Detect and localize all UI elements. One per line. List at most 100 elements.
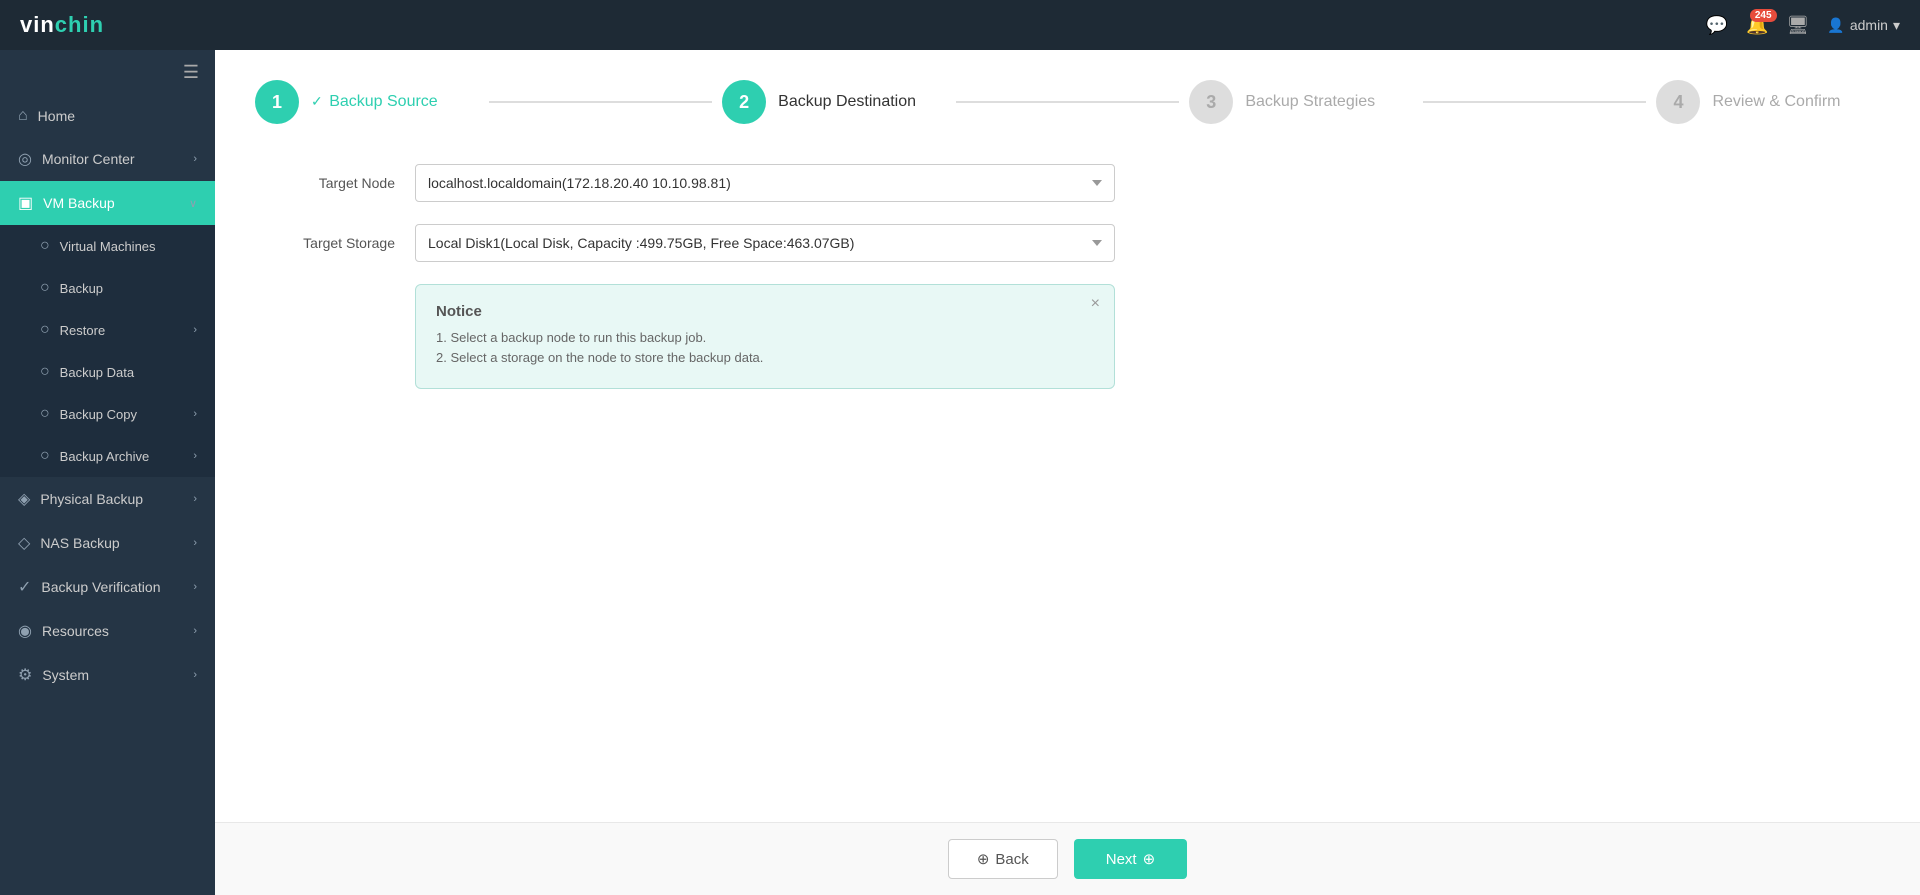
user-label: admin — [1850, 17, 1888, 33]
sidebar-label-backup-archive: Backup Archive — [60, 449, 150, 464]
sidebar-label-system: System — [42, 667, 89, 683]
sidebar-item-backup-archive[interactable]: ○ Backup Archive › — [0, 435, 215, 477]
system-chevron-icon: › — [193, 669, 197, 681]
backup-archive-chevron-icon: › — [193, 450, 197, 462]
sidebar-item-physical-backup[interactable]: ◈ Physical Backup › — [0, 477, 215, 521]
step-3-circle: 3 — [1189, 80, 1233, 124]
backup-verification-chevron-icon: › — [193, 581, 197, 593]
notice-list: 1. Select a backup node to run this back… — [436, 330, 1094, 365]
target-node-row: Target Node localhost.localdomain(172.18… — [255, 164, 1880, 202]
sidebar-item-home[interactable]: ⌂ Home — [0, 95, 215, 137]
step-1-number: 1 — [272, 92, 282, 113]
restore-icon: ○ — [40, 321, 50, 339]
wizard-step-1: 1 ✓ Backup Source — [255, 80, 479, 124]
notice-item-2: 2. Select a storage on the node to store… — [436, 350, 1094, 365]
wizard-step-2: 2 Backup Destination — [722, 80, 946, 124]
vm-backup-icon: ▣ — [18, 193, 33, 213]
notice-title: Notice — [436, 303, 1094, 320]
step-4-text: Review & Confirm — [1712, 93, 1840, 111]
sidebar-label-resources: Resources — [42, 623, 109, 639]
chevron-down-icon: ∨ — [189, 197, 197, 210]
system-icon: ⚙ — [18, 665, 32, 685]
user-dropdown-icon: ▾ — [1893, 17, 1900, 34]
next-label: Next — [1106, 851, 1137, 868]
logo-chin: chin — [55, 12, 104, 37]
sidebar-item-monitor-center[interactable]: ◎ Monitor Center › — [0, 137, 215, 181]
chat-icon[interactable]: 💬 — [1706, 15, 1728, 36]
step-4-circle: 4 — [1656, 80, 1700, 124]
sidebar-item-virtual-machines[interactable]: ○ Virtual Machines — [0, 225, 215, 267]
sidebar-label-monitor-center: Monitor Center — [42, 151, 135, 167]
step-1-label: ✓ Backup Source — [311, 93, 438, 111]
sidebar-item-backup[interactable]: ○ Backup — [0, 267, 215, 309]
sidebar-label-backup-verification: Backup Verification — [41, 579, 160, 595]
next-button[interactable]: Next ⊕ — [1074, 839, 1187, 879]
sidebar-label-home: Home — [38, 108, 75, 124]
sidebar-item-system[interactable]: ⚙ System › — [0, 653, 215, 697]
step-1-text: Backup Source — [329, 93, 438, 110]
wizard-step-4: 4 Review & Confirm — [1656, 80, 1880, 124]
sidebar-item-resources[interactable]: ◉ Resources › — [0, 609, 215, 653]
target-node-select[interactable]: localhost.localdomain(172.18.20.40 10.10… — [415, 164, 1115, 202]
step-2-number: 2 — [739, 92, 749, 113]
back-label: Back — [995, 851, 1028, 868]
topbar: vinchin 💬 🔔 245 🖥 👤 admin ▾ — [0, 0, 1920, 50]
sidebar-toggle[interactable]: ☰ — [0, 50, 215, 95]
sidebar-item-nas-backup[interactable]: ◇ NAS Backup › — [0, 521, 215, 565]
step-divider-2-3 — [956, 101, 1180, 103]
sidebar-label-backup-copy: Backup Copy — [60, 407, 137, 422]
notice-item-1: 1. Select a backup node to run this back… — [436, 330, 1094, 345]
content-area: 1 ✓ Backup Source 2 Backup Destination — [215, 50, 1920, 895]
step-2-circle: 2 — [722, 80, 766, 124]
target-storage-row: Target Storage Local Disk1(Local Disk, C… — [255, 224, 1880, 262]
chevron-right-icon: › — [193, 153, 197, 165]
content-footer: ⊕ Back Next ⊕ — [215, 822, 1920, 895]
target-storage-select[interactable]: Local Disk1(Local Disk, Capacity :499.75… — [415, 224, 1115, 262]
monitor-center-icon: ◎ — [18, 149, 32, 169]
step-3-number: 3 — [1206, 92, 1216, 113]
notification-bell-wrap[interactable]: 🔔 245 — [1746, 15, 1768, 36]
restore-chevron-icon: › — [193, 324, 197, 336]
sidebar-label-backup: Backup — [60, 281, 103, 296]
app-logo: vinchin — [20, 12, 104, 38]
sidebar-item-restore[interactable]: ○ Restore › — [0, 309, 215, 351]
backup-copy-icon: ○ — [40, 405, 50, 423]
sidebar-item-backup-verification[interactable]: ✓ Backup Verification › — [0, 565, 215, 609]
sidebar-label-backup-data: Backup Data — [60, 365, 134, 380]
step-1-circle: 1 — [255, 80, 299, 124]
sidebar-label-physical-backup: Physical Backup — [40, 491, 143, 507]
main-layout: ☰ ⌂ Home ◎ Monitor Center › ▣ VM Backup … — [0, 50, 1920, 895]
user-icon: 👤 — [1827, 17, 1844, 34]
back-icon: ⊕ — [977, 850, 990, 868]
sidebar-item-backup-copy[interactable]: ○ Backup Copy › — [0, 393, 215, 435]
step-2-text: Backup Destination — [778, 93, 916, 111]
content-main: 1 ✓ Backup Source 2 Backup Destination — [215, 50, 1920, 822]
sidebar-label-restore: Restore — [60, 323, 106, 338]
back-button[interactable]: ⊕ Back — [948, 839, 1058, 879]
resources-chevron-icon: › — [193, 625, 197, 637]
nas-backup-chevron-icon: › — [193, 537, 197, 549]
physical-backup-chevron-icon: › — [193, 493, 197, 505]
sidebar-item-vm-backup[interactable]: ▣ VM Backup ∨ — [0, 181, 215, 225]
logo-vin: vin — [20, 12, 55, 37]
backup-copy-chevron-icon: › — [193, 408, 197, 420]
notice-box: Notice 1. Select a backup node to run th… — [415, 284, 1115, 389]
wizard-steps: 1 ✓ Backup Source 2 Backup Destination — [255, 80, 1880, 124]
step-divider-3-4 — [1423, 101, 1647, 103]
monitor-icon[interactable]: 🖥 — [1787, 15, 1810, 36]
home-icon: ⌂ — [18, 107, 28, 125]
sidebar-label-vm-backup: VM Backup — [43, 195, 115, 211]
step-3-text: Backup Strategies — [1245, 93, 1375, 111]
sidebar: ☰ ⌂ Home ◎ Monitor Center › ▣ VM Backup … — [0, 50, 215, 895]
wizard-step-3: 3 Backup Strategies — [1189, 80, 1413, 124]
notice-close-button[interactable]: × — [1091, 295, 1100, 313]
sidebar-item-backup-data[interactable]: ○ Backup Data — [0, 351, 215, 393]
step-1-check-icon: ✓ — [311, 93, 323, 109]
user-menu[interactable]: 👤 admin ▾ — [1827, 17, 1900, 34]
backup-data-icon: ○ — [40, 363, 50, 381]
resources-icon: ◉ — [18, 621, 32, 641]
virtual-machines-icon: ○ — [40, 237, 50, 255]
backup-verification-icon: ✓ — [18, 577, 31, 597]
sidebar-label-virtual-machines: Virtual Machines — [60, 239, 156, 254]
step-divider-1-2 — [489, 101, 713, 103]
